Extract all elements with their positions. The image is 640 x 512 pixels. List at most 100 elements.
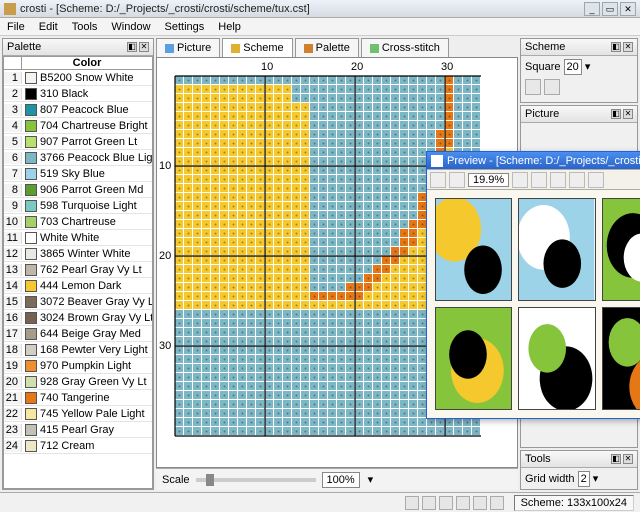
palette-row[interactable]: 8906 Parrot Green Md: [4, 182, 152, 198]
palette-row[interactable]: 17644 Beige Gray Med: [4, 326, 152, 342]
status-tool-icon[interactable]: [405, 496, 419, 510]
status-scheme: Scheme: 133x100x24: [514, 495, 634, 511]
scale-value[interactable]: 100%: [322, 472, 360, 488]
tab-label: Picture: [177, 42, 211, 54]
print-icon[interactable]: [449, 172, 465, 188]
dock-close-button[interactable]: ✕: [623, 109, 633, 119]
palette-row[interactable]: 18 168 Pewter Very Light: [4, 342, 152, 358]
color-name: White White: [40, 232, 152, 244]
dock-close-button[interactable]: ✕: [623, 454, 633, 464]
palette-index: 12: [4, 248, 22, 260]
palette-list[interactable]: 1B5200 Snow White2310 Black3807 Peacock …: [3, 70, 153, 489]
palette-row[interactable]: 7519 Sky Blue: [4, 166, 152, 182]
text-tool-icon[interactable]: [588, 172, 604, 188]
palette-row[interactable]: 3807 Peacock Blue: [4, 102, 152, 118]
palette-row[interactable]: 14444 Lemon Dark: [4, 278, 152, 294]
palette-row[interactable]: 163024 Brown Gray Vy Lt: [4, 310, 152, 326]
color-name: 519 Sky Blue: [40, 168, 152, 180]
palette-index: 17: [4, 328, 22, 340]
palette-row[interactable]: 20928 Gray Green Vy Lt: [4, 374, 152, 390]
tab-scheme[interactable]: Scheme: [222, 38, 292, 57]
preview-thumb[interactable]: [435, 198, 512, 301]
palette-index: 2: [4, 88, 22, 100]
palette-row[interactable]: 22745 Yellow Pale Light: [4, 406, 152, 422]
tab-cross-stitch[interactable]: Cross-stitch: [361, 38, 449, 57]
status-tool-icon[interactable]: [439, 496, 453, 510]
save-icon[interactable]: [430, 172, 446, 188]
status-tool-icon[interactable]: [473, 496, 487, 510]
palette-row[interactable]: 23415 Pearl Gray: [4, 422, 152, 438]
palette-row[interactable]: 1B5200 Snow White: [4, 70, 152, 86]
preview-thumb[interactable]: [518, 307, 595, 410]
dock-float-button[interactable]: ◧: [611, 42, 621, 52]
palette-header-label: Color: [22, 57, 152, 69]
palette-index: 18: [4, 344, 22, 356]
color-swatch: [25, 408, 37, 420]
status-tool-icon[interactable]: [456, 496, 470, 510]
color-swatch: [25, 104, 37, 116]
color-swatch: [25, 152, 37, 164]
color-name: 970 Pumpkin Light: [40, 360, 152, 372]
dock-float-button[interactable]: ◧: [611, 109, 621, 119]
menu-tools[interactable]: Tools: [65, 21, 105, 33]
preview-thumb[interactable]: [602, 307, 640, 410]
color-name: 907 Parrot Green Lt: [40, 136, 152, 148]
preview-thumb[interactable]: [435, 307, 512, 410]
fit-page-icon[interactable]: [569, 172, 585, 188]
palette-row[interactable]: 4704 Chartreuse Bright: [4, 118, 152, 134]
dock-float-button[interactable]: ◧: [611, 454, 621, 464]
palette-row[interactable]: 2310 Black: [4, 86, 152, 102]
square-label: Square: [525, 61, 560, 73]
close-button[interactable]: ✕: [620, 2, 636, 16]
menu-edit[interactable]: Edit: [32, 21, 65, 33]
zoom-in-icon[interactable]: [531, 172, 547, 188]
palette-row[interactable]: 24712 Cream: [4, 438, 152, 454]
color-name: 598 Turquoise Light: [40, 200, 152, 212]
minimize-button[interactable]: _: [584, 2, 600, 16]
palette-index: 14: [4, 280, 22, 292]
color-swatch: [25, 184, 37, 196]
menu-window[interactable]: Window: [104, 21, 157, 33]
scale-slider[interactable]: [196, 478, 316, 482]
grid-width-input[interactable]: 2: [578, 471, 590, 487]
menu-file[interactable]: File: [0, 21, 32, 33]
status-tool-icon[interactable]: [490, 496, 504, 510]
palette-row[interactable]: 153072 Beaver Gray Vy Lt: [4, 294, 152, 310]
palette-row[interactable]: 123865 Winter White: [4, 246, 152, 262]
palette-row[interactable]: 63766 Peacock Blue Light: [4, 150, 152, 166]
maximize-button[interactable]: ▭: [602, 2, 618, 16]
palette-row[interactable]: 5907 Parrot Green Lt: [4, 134, 152, 150]
preview-thumbnails[interactable]: [427, 190, 640, 418]
scheme-tool-icon[interactable]: [525, 79, 541, 95]
palette-row[interactable]: 11White White: [4, 230, 152, 246]
palette-index: 23: [4, 424, 22, 436]
palette-row[interactable]: 13762 Pearl Gray Vy Lt: [4, 262, 152, 278]
palette-row[interactable]: 21740 Tangerine: [4, 390, 152, 406]
preview-thumb[interactable]: [518, 198, 595, 301]
fit-width-icon[interactable]: [550, 172, 566, 188]
palette-row[interactable]: 10703 Chartreuse: [4, 214, 152, 230]
color-name: 168 Pewter Very Light: [40, 344, 152, 356]
color-name: 762 Pearl Gray Vy Lt: [40, 264, 152, 276]
color-swatch: [25, 232, 37, 244]
dock-close-button[interactable]: ✕: [139, 42, 149, 52]
svg-text:10: 10: [159, 160, 171, 172]
square-input[interactable]: 20: [564, 59, 582, 75]
tab-palette[interactable]: Palette: [295, 38, 359, 57]
dock-float-button[interactable]: ◧: [127, 42, 137, 52]
preview-zoom[interactable]: 19.9%: [468, 173, 509, 187]
scheme-tool-icon[interactable]: [544, 79, 560, 95]
tab-picture[interactable]: Picture: [156, 38, 220, 57]
preview-toolbar: 19.9% 1 / 8: [427, 170, 640, 190]
palette-row[interactable]: 9598 Turquoise Light: [4, 198, 152, 214]
preview-thumb[interactable]: [602, 198, 640, 301]
menu-settings[interactable]: Settings: [158, 21, 212, 33]
zoom-out-icon[interactable]: [512, 172, 528, 188]
status-tool-icon[interactable]: [422, 496, 436, 510]
dock-close-button[interactable]: ✕: [623, 42, 633, 52]
palette-index: 16: [4, 312, 22, 324]
preview-window[interactable]: Preview - [Scheme: D:/_Projects/_crosti/…: [426, 151, 640, 419]
palette-row[interactable]: 19970 Pumpkin Light: [4, 358, 152, 374]
svg-text:30: 30: [159, 340, 171, 352]
menu-help[interactable]: Help: [211, 21, 248, 33]
